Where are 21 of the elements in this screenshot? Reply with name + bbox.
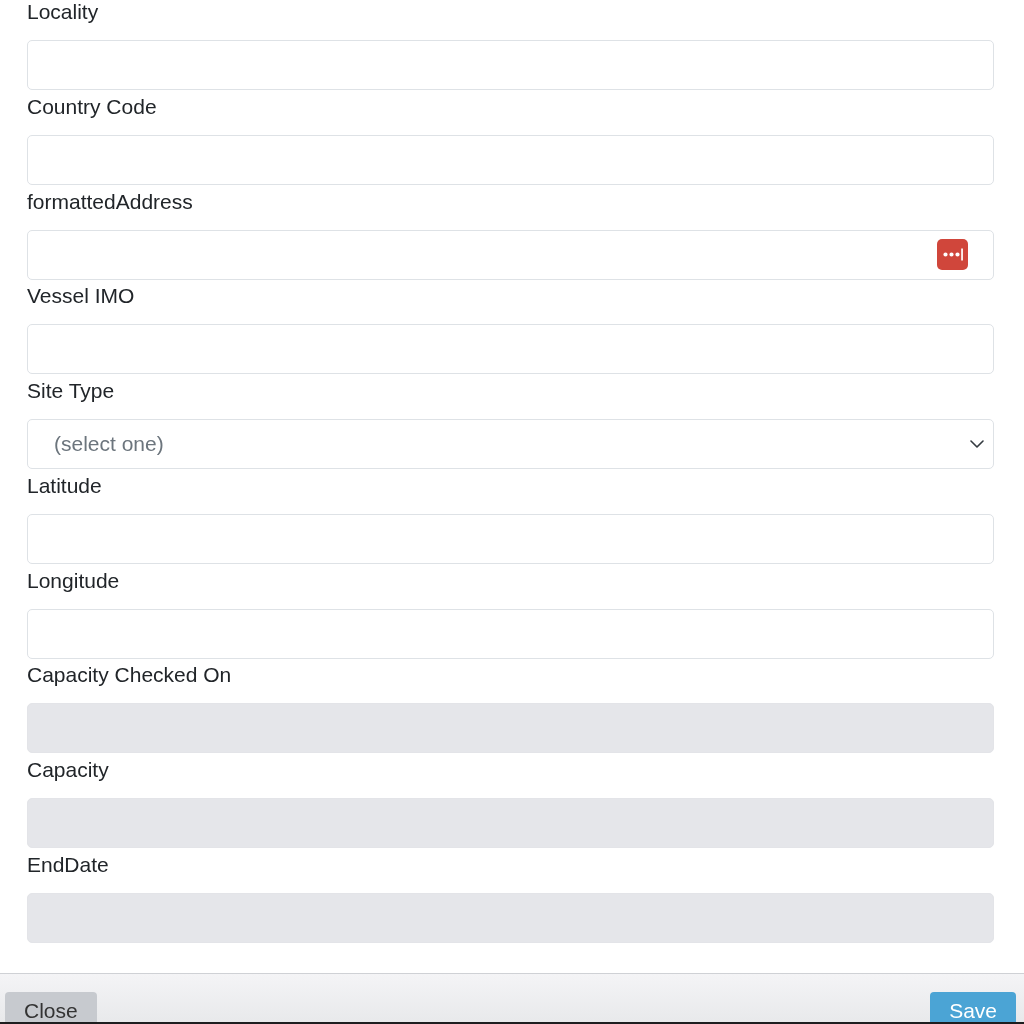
field-label: Capacity xyxy=(27,758,109,782)
text-input-field[interactable] xyxy=(27,229,994,280)
text-input-field[interactable] xyxy=(27,608,994,659)
field-label: Longitude xyxy=(27,568,120,593)
field-label: Country Code xyxy=(27,94,157,119)
save-button[interactable]: Save xyxy=(930,992,1016,1022)
field-label: Vessel IMO xyxy=(27,284,135,309)
field-label: EndDate xyxy=(27,852,109,877)
chevron-icon xyxy=(970,440,984,448)
text-input-field[interactable] xyxy=(27,40,994,90)
text-input-field[interactable] xyxy=(27,324,994,375)
field-label: Capacity Checked On xyxy=(27,663,232,688)
field-label: formattedAddress xyxy=(27,189,193,214)
text-input-field[interactable] xyxy=(27,513,994,564)
field-label: Locality xyxy=(27,0,99,24)
field-label: Latitude xyxy=(27,473,102,498)
text-input-field[interactable] xyxy=(27,134,994,185)
close-button[interactable]: Close xyxy=(5,992,97,1022)
select-field[interactable]: (select one) xyxy=(27,419,994,469)
password-dots-icon[interactable] xyxy=(937,239,968,270)
field-label: Site Type xyxy=(27,379,115,403)
